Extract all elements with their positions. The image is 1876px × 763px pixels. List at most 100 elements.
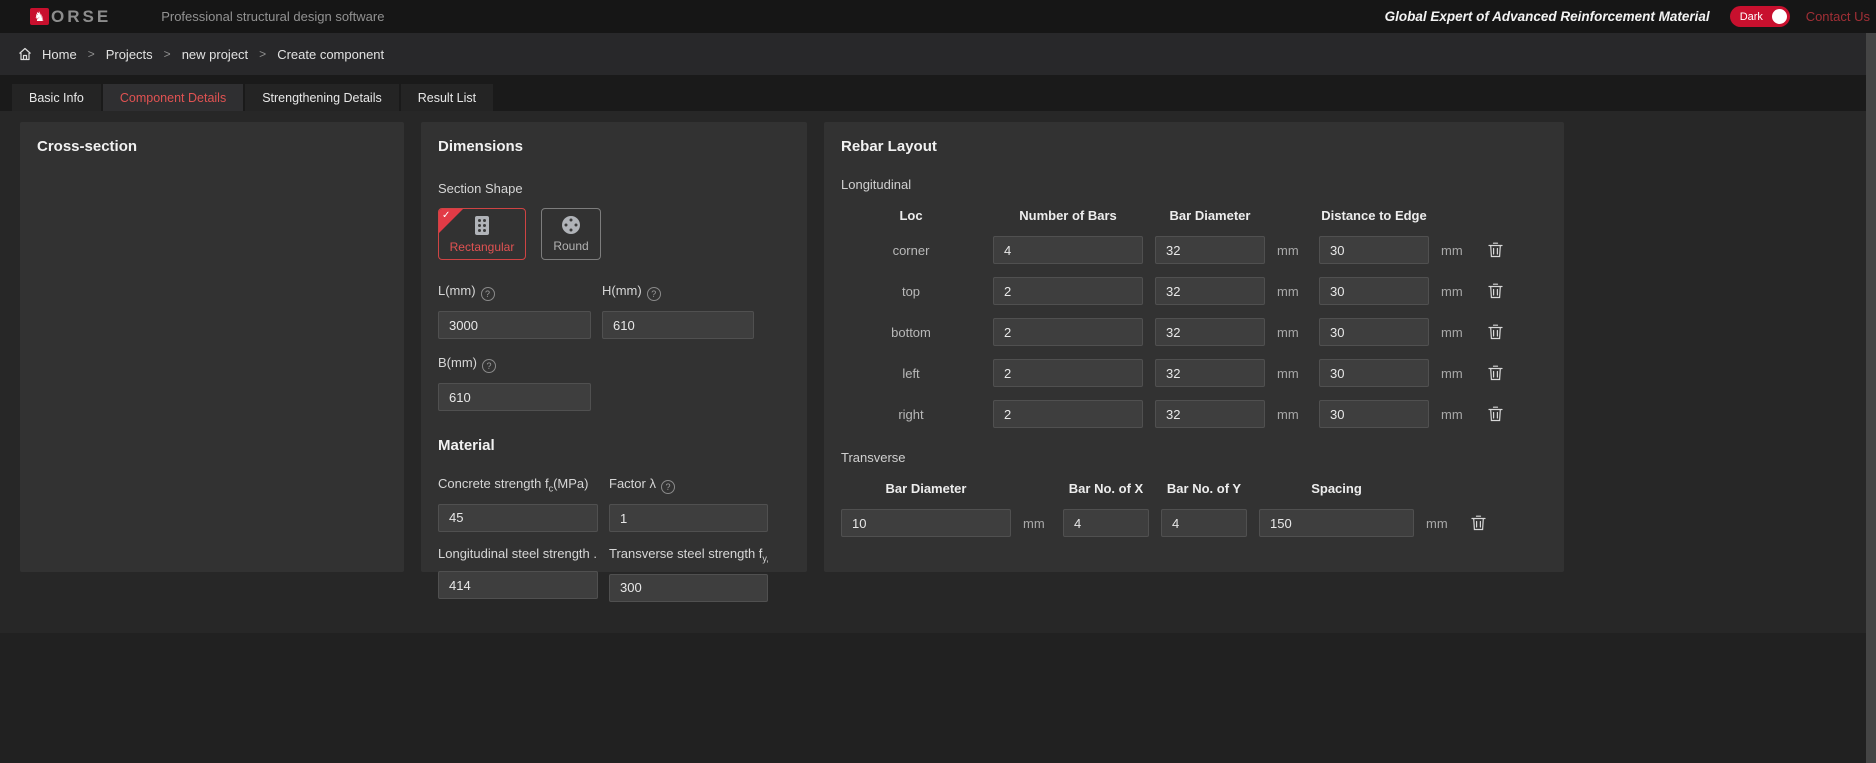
shape-round-button[interactable]: Round xyxy=(541,208,601,260)
cross-section-panel: Cross-section xyxy=(20,122,404,572)
delete-row-button[interactable] xyxy=(1483,365,1507,381)
longitudinal-row-top: top mm mm xyxy=(841,277,1547,305)
bar-diameter-input-right[interactable] xyxy=(1155,400,1265,428)
section-shape-label: Section Shape xyxy=(438,181,790,196)
row-loc-label: top xyxy=(841,284,981,299)
bar-diameter-input-top[interactable] xyxy=(1155,277,1265,305)
contact-us-link[interactable]: Contact Us xyxy=(1806,9,1870,24)
breadcrumb-projects[interactable]: Projects xyxy=(106,47,153,62)
longitudinal-row-right: right mm mm xyxy=(841,400,1547,428)
bar-diameter-input-corner[interactable] xyxy=(1155,236,1265,264)
longitudinal-steel-strength-input[interactable] xyxy=(438,571,598,599)
delete-row-button[interactable] xyxy=(1483,283,1507,299)
bar-no-x-input[interactable] xyxy=(1063,509,1149,537)
breadcrumb-home[interactable]: Home xyxy=(42,47,77,62)
col-distance-to-edge: Distance to Edge xyxy=(1319,208,1429,223)
distance-edge-input-bottom[interactable] xyxy=(1319,318,1429,346)
delete-row-button[interactable] xyxy=(1483,242,1507,258)
col-bar-diameter: Bar Diameter xyxy=(841,481,1011,496)
mm-unit: mm xyxy=(1023,516,1051,531)
b-input[interactable] xyxy=(438,383,591,411)
delete-row-button[interactable] xyxy=(1483,406,1507,422)
concrete-strength-input[interactable] xyxy=(438,504,598,532)
factor-lambda-input[interactable] xyxy=(609,504,768,532)
dimensions-panel: Dimensions Section Shape ✓ Rectangular xyxy=(421,122,807,572)
distance-edge-input-left[interactable] xyxy=(1319,359,1429,387)
num-bars-input-bottom[interactable] xyxy=(993,318,1143,346)
transverse-bar-diameter-input[interactable] xyxy=(841,509,1011,537)
mm-unit: mm xyxy=(1277,325,1307,340)
num-bars-input-corner[interactable] xyxy=(993,236,1143,264)
main-content: Cross-section Dimensions Section Shape ✓… xyxy=(0,111,1876,633)
num-bars-input-top[interactable] xyxy=(993,277,1143,305)
vertical-scrollbar[interactable] xyxy=(1866,33,1876,763)
help-icon[interactable]: ? xyxy=(482,359,496,373)
bar-diameter-input-left[interactable] xyxy=(1155,359,1265,387)
dark-mode-label: Dark xyxy=(1740,11,1763,23)
round-section-icon xyxy=(561,215,581,235)
check-icon: ✓ xyxy=(442,210,450,221)
trash-icon xyxy=(1488,324,1503,340)
transverse-row: mm mm xyxy=(841,509,1547,537)
b-label: B(mm)? xyxy=(438,355,591,373)
help-icon[interactable]: ? xyxy=(647,287,661,301)
help-icon[interactable]: ? xyxy=(481,287,495,301)
mm-unit: mm xyxy=(1441,325,1471,340)
delete-row-button[interactable] xyxy=(1483,324,1507,340)
col-spacing: Spacing xyxy=(1259,481,1414,496)
longitudinal-header-row: Loc Number of Bars Bar Diameter Distance… xyxy=(841,208,1547,223)
breadcrumb-create-component[interactable]: Create component xyxy=(277,47,384,62)
toggle-knob-icon xyxy=(1772,9,1787,24)
brand-slogan: Global Expert of Advanced Reinforcement … xyxy=(1385,9,1710,24)
mm-unit: mm xyxy=(1277,243,1307,258)
l-label: L(mm)? xyxy=(438,283,591,301)
app-tagline: Professional structural design software xyxy=(161,9,384,24)
trash-icon xyxy=(1471,515,1486,531)
mm-unit: mm xyxy=(1277,284,1307,299)
horse-logo: ♞ ORSE xyxy=(30,7,111,27)
tab-result-list[interactable]: Result List xyxy=(401,84,493,111)
spacing-input[interactable] xyxy=(1259,509,1414,537)
bar-diameter-input-bottom[interactable] xyxy=(1155,318,1265,346)
longitudinal-steel-strength-label: Longitudinal steel strength ... xyxy=(438,546,598,561)
dimensions-title: Dimensions xyxy=(438,138,790,155)
h-label: H(mm)? xyxy=(602,283,754,301)
dark-mode-toggle[interactable]: Dark xyxy=(1730,6,1790,27)
shape-rectangular-label: Rectangular xyxy=(450,240,515,254)
chevron-right-icon: > xyxy=(88,47,95,61)
material-title: Material xyxy=(438,437,790,454)
l-input[interactable] xyxy=(438,311,591,339)
rebar-layout-panel: Rebar Layout Longitudinal Loc Number of … xyxy=(824,122,1564,572)
distance-edge-input-top[interactable] xyxy=(1319,277,1429,305)
transverse-steel-strength-input[interactable] xyxy=(609,574,768,602)
col-number-of-bars: Number of Bars xyxy=(993,208,1143,223)
chevron-right-icon: > xyxy=(164,47,171,61)
distance-edge-input-right[interactable] xyxy=(1319,400,1429,428)
cross-section-title: Cross-section xyxy=(37,138,387,155)
num-bars-input-left[interactable] xyxy=(993,359,1143,387)
factor-lambda-label: Factor λ? xyxy=(609,476,768,494)
mm-unit: mm xyxy=(1426,516,1454,531)
bar-no-y-input[interactable] xyxy=(1161,509,1247,537)
distance-edge-input-corner[interactable] xyxy=(1319,236,1429,264)
breadcrumb-new-project[interactable]: new project xyxy=(182,47,248,62)
trash-icon xyxy=(1488,242,1503,258)
num-bars-input-right[interactable] xyxy=(993,400,1143,428)
delete-row-button[interactable] xyxy=(1466,515,1490,531)
mm-unit: mm xyxy=(1441,284,1471,299)
mm-unit: mm xyxy=(1441,243,1471,258)
mm-unit: mm xyxy=(1441,366,1471,381)
col-bar-diameter: Bar Diameter xyxy=(1155,208,1265,223)
tab-component-details[interactable]: Component Details xyxy=(103,84,243,111)
shape-rectangular-button[interactable]: ✓ Rectangular xyxy=(438,208,526,260)
tab-strengthening-details[interactable]: Strengthening Details xyxy=(245,84,399,111)
mm-unit: mm xyxy=(1277,407,1307,422)
trash-icon xyxy=(1488,406,1503,422)
breadcrumb: Home > Projects > new project > Create c… xyxy=(0,33,1876,75)
horse-glyph: ♞ xyxy=(34,10,46,23)
logo-text: ORSE xyxy=(51,7,111,27)
home-icon[interactable] xyxy=(18,47,32,61)
tab-basic-info[interactable]: Basic Info xyxy=(12,84,101,111)
help-icon[interactable]: ? xyxy=(661,480,675,494)
h-input[interactable] xyxy=(602,311,754,339)
